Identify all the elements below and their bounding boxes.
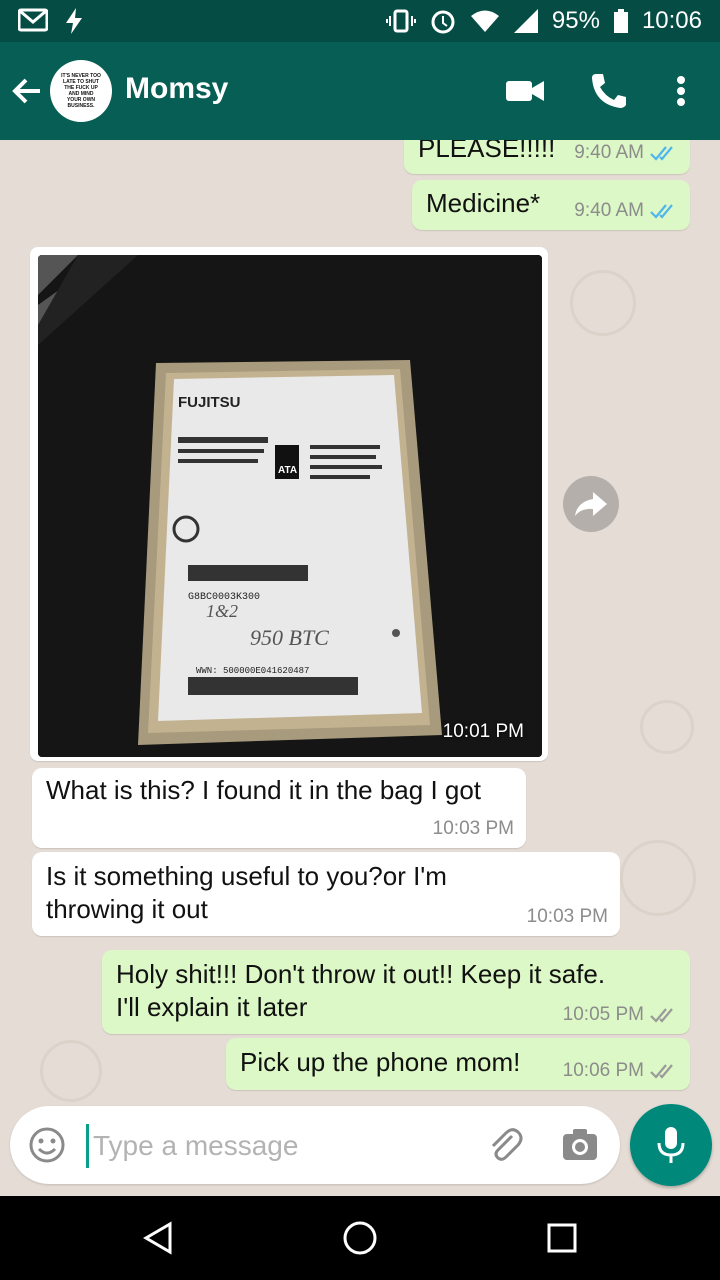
message-text: Pick up the phone mom! xyxy=(240,1047,521,1077)
handwriting-2: 950 BTC xyxy=(250,625,329,650)
contact-name[interactable]: Momsy xyxy=(125,72,228,106)
status-bar: 95% 10:06 xyxy=(0,0,720,42)
message-time: 10:03 PM xyxy=(432,818,514,839)
camera-icon[interactable] xyxy=(560,1126,600,1164)
battery-percent: 95% xyxy=(551,7,600,34)
wallpaper-doodle xyxy=(620,840,696,916)
wallpaper-doodle xyxy=(40,1040,102,1102)
message-text-line: throwing it out xyxy=(46,894,208,924)
avatar[interactable]: IT'S NEVER TOO LATE TO SHUT THE FUCK UP … xyxy=(50,60,112,122)
delivered-ticks-icon xyxy=(650,1064,673,1079)
emoji-icon[interactable] xyxy=(28,1126,66,1164)
phone-icon[interactable] xyxy=(586,68,632,114)
back-arrow-icon[interactable] xyxy=(10,68,50,114)
more-vert-icon[interactable] xyxy=(658,68,704,114)
attach-icon[interactable] xyxy=(484,1124,524,1164)
forward-icon[interactable] xyxy=(563,476,619,532)
wallpaper-doodle xyxy=(640,700,694,754)
message-text: PLEASE!!!!! xyxy=(418,140,556,163)
hard-drive-image: FUJITSU ATA G8BC0003K300 1&2 950 BTC WWN… xyxy=(38,255,542,757)
avatar-text: IT'S NEVER TOO LATE TO SHUT THE FUCK UP … xyxy=(61,73,101,109)
message-text: What is this? I found it in the bag I go… xyxy=(46,775,482,805)
wifi-icon xyxy=(470,10,499,32)
clock: 10:06 xyxy=(641,7,702,34)
message-bubble-incoming[interactable]: What is this? I found it in the bag I go… xyxy=(32,768,526,848)
message-input[interactable] xyxy=(86,1124,475,1168)
video-call-icon[interactable] xyxy=(502,68,548,114)
flash-icon xyxy=(66,8,82,34)
hard-drive-photo[interactable]: FUJITSU ATA G8BC0003K300 1&2 950 BTC WWN… xyxy=(38,255,542,757)
message-bubble-incoming[interactable]: Is it something useful to you?or I'm thr… xyxy=(32,852,620,936)
wallpaper-doodle xyxy=(570,270,636,336)
battery-icon xyxy=(613,9,628,33)
signal-icon xyxy=(513,9,538,33)
message-time: 10:06 PM xyxy=(562,1060,644,1081)
chat-header: IT'S NEVER TOO LATE TO SHUT THE FUCK UP … xyxy=(0,42,720,140)
message-text-line: Is it something useful to you?or I'm xyxy=(46,861,447,891)
chat-area[interactable]: PLEASE!!!!! 9:40 AM Medicine* 9:40 AM FU… xyxy=(0,140,720,1196)
message-time: 9:40 AM xyxy=(574,142,644,163)
handwriting-1: 1&2 xyxy=(206,601,238,621)
message-time: 10:05 PM xyxy=(562,1004,644,1025)
message-text: Medicine* xyxy=(426,188,541,218)
message-time: 10:03 PM xyxy=(526,906,608,927)
system-nav-bar xyxy=(0,1196,720,1280)
message-text-line: I'll explain it later xyxy=(116,992,308,1022)
message-bubble-outgoing[interactable]: Holy shit!!! Don't throw it out!! Keep i… xyxy=(102,950,690,1034)
drive-brand: FUJITSU xyxy=(178,394,241,411)
mic-button[interactable] xyxy=(630,1104,712,1186)
image-message[interactable]: FUJITSU ATA G8BC0003K300 1&2 950 BTC WWN… xyxy=(30,247,548,761)
delivered-ticks-icon xyxy=(650,1008,673,1023)
message-bubble-outgoing[interactable]: Pick up the phone mom! 10:06 PM xyxy=(226,1038,690,1090)
message-text-line: Holy shit!!! Don't throw it out!! Keep i… xyxy=(116,959,606,989)
read-ticks-icon xyxy=(650,146,673,161)
message-bubble-outgoing[interactable]: Medicine* 9:40 AM xyxy=(412,180,690,230)
nav-home-icon[interactable] xyxy=(340,1218,380,1258)
nav-recents-icon[interactable] xyxy=(542,1218,582,1258)
image-time: 10:01 PM xyxy=(442,721,524,742)
read-ticks-icon xyxy=(650,204,673,219)
mic-icon xyxy=(657,1127,685,1163)
message-time: 9:40 AM xyxy=(574,200,644,221)
drive-wwn: WWN: 500000E041620487 xyxy=(196,666,309,676)
message-bubble-outgoing[interactable]: PLEASE!!!!! 9:40 AM xyxy=(404,140,690,174)
drive-interface: ATA xyxy=(278,465,297,476)
nav-back-icon[interactable] xyxy=(138,1218,178,1258)
message-composer xyxy=(10,1106,620,1184)
vibrate-icon xyxy=(385,9,416,33)
alarm-icon xyxy=(431,10,455,34)
gmail-icon xyxy=(18,8,48,32)
